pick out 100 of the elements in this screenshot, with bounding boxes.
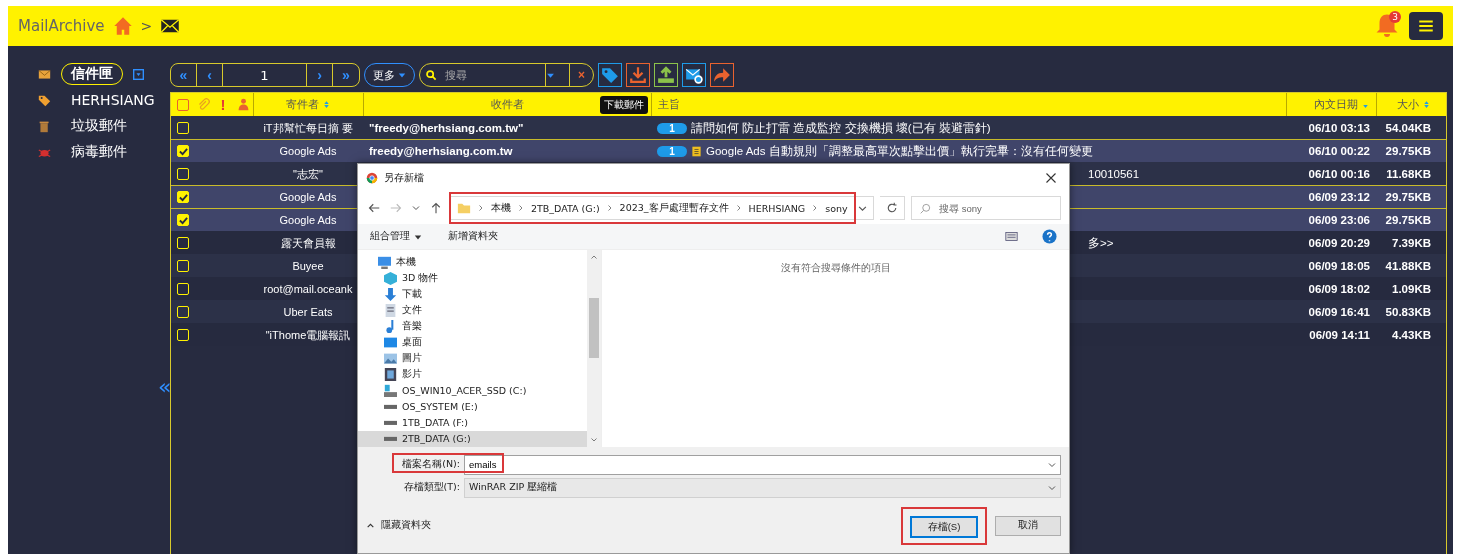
- folder-label: 桌面: [402, 335, 422, 349]
- row-checkbox[interactable]: [177, 145, 189, 157]
- notification-bell[interactable]: 3: [1375, 13, 1401, 39]
- select-all-checkbox[interactable]: [177, 98, 189, 111]
- folder-tree-item[interactable]: 文件: [358, 302, 587, 319]
- folder-tree-item[interactable]: 圖片: [358, 350, 587, 367]
- envelope-icon: [38, 67, 51, 81]
- page-field[interactable]: 1: [223, 64, 307, 86]
- folder-tree-item[interactable]: 下載: [358, 286, 587, 303]
- clear-search-button[interactable]: ×: [569, 64, 593, 86]
- row-checkbox[interactable]: [177, 237, 189, 249]
- folder-tree-item[interactable]: OS_WIN10_ACER_SSD (C:): [358, 382, 587, 399]
- folder-tree-item[interactable]: 3D 物件: [358, 270, 587, 287]
- download-button[interactable]: [626, 63, 650, 87]
- row-checkbox[interactable]: [177, 122, 189, 134]
- folder-tree-item[interactable]: 影片: [358, 366, 587, 383]
- mail-row[interactable]: Google Ads freedy@herhsiang.com.tw 1 Google Ads 自動規則「調整最高單次點擊出價」執行完畢：沒有任何變更 06/10 00:22 29.75KB: [171, 139, 1446, 162]
- recipient-cell-text: "freedy@herhsiang.com.tw": [368, 122, 525, 134]
- scrollbar[interactable]: [587, 250, 601, 447]
- folder-tree-item[interactable]: 1TB_DATA (F:): [358, 414, 587, 431]
- collapse-sidebar-button[interactable]: «: [158, 374, 172, 399]
- folder-tree-item[interactable]: 桌面: [358, 334, 587, 351]
- file-type-dropdown[interactable]: WinRAR ZIP 壓縮檔: [464, 477, 1061, 498]
- important-column-header[interactable]: !: [213, 93, 233, 116]
- bell-icon: [1375, 13, 1399, 37]
- help-icon: [1042, 229, 1057, 244]
- folder-label: 文件: [402, 303, 422, 317]
- empty-message: 沒有符合搜尋條件的項目: [780, 262, 891, 274]
- document-icon: [384, 303, 397, 317]
- row-checkbox[interactable]: [177, 191, 189, 203]
- home-icon: [112, 16, 133, 36]
- scrollbar-thumb[interactable]: [589, 298, 599, 359]
- down-arrow-icon: [384, 287, 397, 301]
- file-name-input[interactable]: emails: [469, 459, 1048, 470]
- sender-cell: Buyee: [292, 260, 324, 272]
- chevron-icon: [734, 204, 743, 212]
- hide-folders-button[interactable]: 隱藏資料夾: [366, 519, 431, 533]
- row-checkbox[interactable]: [177, 260, 189, 272]
- forward-button[interactable]: [710, 63, 734, 87]
- row-checkbox[interactable]: [177, 214, 189, 226]
- recipient-cell-text: freedy@herhsiang.com.tw: [368, 145, 514, 157]
- refresh-icon: [885, 202, 898, 214]
- menu-button[interactable]: [1409, 12, 1443, 40]
- folder-tree-item[interactable]: OS_SYSTEM (E:): [358, 398, 587, 415]
- size-cell-text: 29.75KB: [1384, 191, 1432, 203]
- mail-search-button[interactable]: [682, 63, 706, 87]
- up-arrow-icon: [430, 202, 442, 214]
- folder-tree-item[interactable]: 本機: [358, 254, 587, 271]
- sender-cell: "志宏": [293, 166, 323, 182]
- upload-button[interactable]: [654, 63, 678, 87]
- cancel-button[interactable]: 取消: [995, 515, 1061, 536]
- mail-search-icon: [685, 66, 703, 84]
- file-name-field[interactable]: emails: [464, 454, 1061, 475]
- path-segment[interactable]: 2TB_DATA (G:): [531, 202, 600, 214]
- dialog-title: 另存新檔: [384, 171, 424, 185]
- search-field[interactable]: 搜尋 sony: [911, 196, 1061, 220]
- mail-row[interactable]: iT邦幫忙每日摘 要 "freedy@herhsiang.com.tw" 1 請問如何 防止打雷 造成監控 交換機損 壞(已有 裝避雷針) 06/10 03:13 54.04KB: [171, 116, 1446, 139]
- date-cell-text: 06/10 00:16: [1307, 168, 1371, 180]
- dropdown-icon: [133, 68, 144, 80]
- last-page-button[interactable]: »: [333, 64, 359, 86]
- path-segment[interactable]: 2023_客戶處理暫存文件: [619, 201, 729, 215]
- row-checkbox[interactable]: [177, 329, 189, 341]
- path-segment[interactable]: 本機: [491, 201, 511, 215]
- path-segment[interactable]: HERHSIANG: [748, 202, 806, 214]
- sidebar-item[interactable]: HERHSIANG: [61, 90, 165, 110]
- folder-label: 本機: [396, 255, 416, 269]
- cube-icon: [384, 271, 397, 285]
- back-button[interactable]: [366, 202, 382, 214]
- folder-tree-item[interactable]: 2TB_DATA (G:): [358, 430, 587, 447]
- file-name-label: 檔案名稱(N):: [401, 457, 461, 471]
- tag-icon: [601, 66, 619, 84]
- size-cell-text: 4.43KB: [1391, 329, 1432, 341]
- tag-button[interactable]: [598, 63, 622, 87]
- chevron-up-icon: [590, 253, 598, 261]
- new-folder-button[interactable]: 新增資料夾: [448, 230, 498, 243]
- row-checkbox[interactable]: [177, 283, 189, 295]
- next-page-button[interactable]: ›: [307, 64, 333, 86]
- path-segment[interactable]: sony: [825, 202, 848, 214]
- picture-icon: [384, 351, 397, 365]
- search-icon: [426, 69, 437, 81]
- first-page-button[interactable]: «: [171, 64, 197, 86]
- refresh-button[interactable]: [879, 196, 905, 220]
- save-button[interactable]: 存檔(S): [911, 517, 977, 537]
- sidebar-item[interactable]: 病毒郵件: [61, 141, 137, 163]
- date-cell-text: 06/10 03:13: [1307, 122, 1371, 134]
- folder-tree-item[interactable]: 音樂: [358, 318, 587, 335]
- sender-cell: Google Ads: [279, 191, 337, 203]
- sort-icon: [322, 100, 331, 109]
- date-cell-text: 06/09 14:11: [1308, 329, 1371, 341]
- row-checkbox[interactable]: [177, 168, 189, 180]
- sidebar-item[interactable]: 垃圾郵件: [61, 115, 137, 137]
- film-icon: [384, 367, 397, 381]
- folder-label: 下載: [402, 287, 422, 301]
- caret-icon: [398, 71, 406, 79]
- folder-label: 1TB_DATA (F:): [402, 417, 468, 428]
- chevron-icon: [477, 204, 485, 212]
- organize-menu[interactable]: 組合管理: [370, 230, 422, 243]
- subject-text: Google Ads 自動規則「調整最高單次點擊出價」執行完畢：沒有任何變更: [706, 143, 1093, 159]
- row-checkbox[interactable]: [177, 306, 189, 318]
- previous-page-button[interactable]: ‹: [197, 64, 223, 86]
